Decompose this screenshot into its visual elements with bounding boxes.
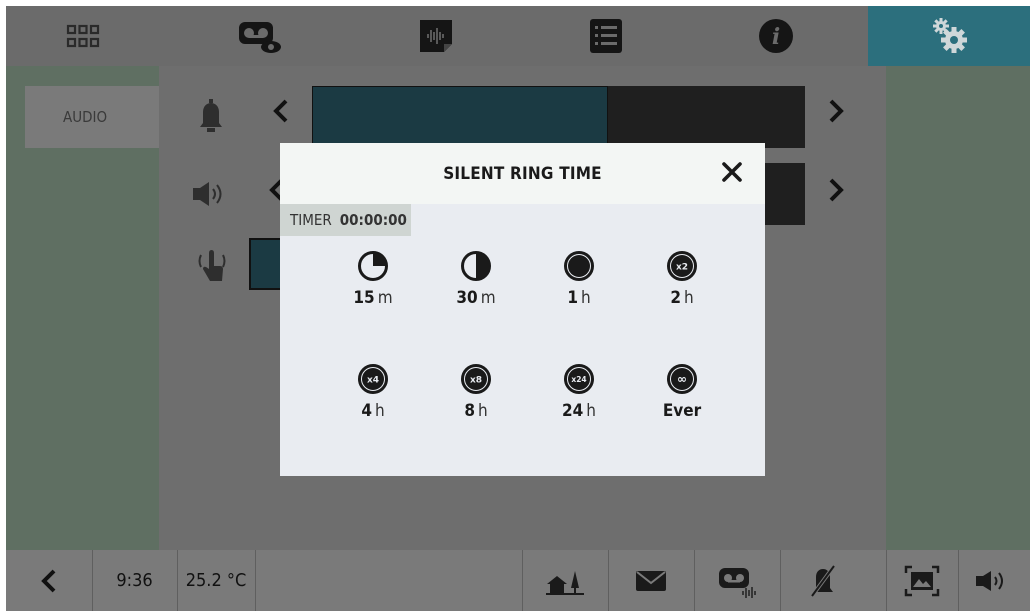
settings-gears-icon — [933, 18, 967, 53]
close-icon — [722, 162, 742, 182]
option-8h[interactable]: x8 8h — [436, 363, 516, 421]
info-icon: i — [759, 19, 793, 53]
option-unit: h — [477, 401, 488, 421]
badge-text: x8 — [470, 376, 482, 386]
timer-label: TIMER — [290, 211, 332, 229]
svg-text:i: i — [772, 24, 780, 50]
apps-button[interactable] — [6, 6, 159, 66]
mute-bell-button[interactable] — [780, 550, 866, 611]
top-navigation-bar: i — [6, 6, 1030, 66]
audio-note-icon — [420, 20, 452, 52]
time-text: 9:36 — [116, 570, 153, 591]
option-value: 1 — [567, 288, 578, 308]
list-icon — [590, 19, 622, 53]
option-15m[interactable]: 15 m — [333, 250, 413, 308]
option-1h[interactable]: 1h — [539, 250, 619, 308]
option-unit: h — [580, 288, 591, 308]
home-icon — [546, 570, 584, 595]
separator — [255, 550, 256, 611]
dialog-header: SILENT RING TIME — [280, 143, 765, 204]
chevron-right-icon — [829, 99, 844, 123]
half-clock-icon — [461, 251, 491, 281]
speaker-icon — [193, 182, 222, 206]
x4-icon: x4 — [358, 364, 388, 394]
silent-ring-time-dialog: SILENT RING TIME TIMER 00:00:00 15 m 30 m … — [280, 143, 765, 476]
x8-icon: x8 — [461, 364, 491, 394]
right-panel — [886, 66, 1030, 550]
option-4h[interactable]: x4 4h — [333, 363, 413, 421]
x24-icon: x24 — [564, 364, 594, 394]
quarter-clock-icon — [358, 251, 388, 281]
audio-messages-button[interactable] — [386, 6, 486, 66]
grid-icon — [66, 24, 99, 48]
chevron-right-icon — [829, 178, 844, 202]
info-button[interactable]: i — [726, 6, 826, 66]
home-button[interactable] — [522, 550, 608, 611]
timer-display: TIMER 00:00:00 — [280, 204, 411, 236]
volume-button[interactable] — [958, 550, 1030, 611]
close-button[interactable] — [719, 159, 745, 185]
chevron-left-icon — [273, 99, 288, 123]
option-unit: h — [586, 401, 596, 421]
option-2h[interactable]: x2 2h — [642, 250, 722, 308]
option-unit: h — [683, 288, 694, 308]
tab-audio[interactable]: AUDIO — [25, 86, 159, 148]
option-value: 30 — [456, 288, 478, 308]
back-icon — [41, 569, 56, 592]
volume-icon — [976, 570, 1003, 591]
badge-text: x4 — [367, 376, 379, 386]
back-button[interactable] — [6, 550, 92, 611]
speaker-row-icon — [191, 176, 231, 212]
option-value: 8 — [464, 401, 475, 421]
touch-row-icon — [194, 246, 230, 286]
voicemail-audio-icon — [719, 567, 756, 598]
image-button[interactable] — [886, 550, 958, 611]
option-24h[interactable]: x24 24 h — [539, 363, 619, 421]
tab-audio-label: AUDIO — [63, 108, 108, 126]
option-value: 4 — [361, 401, 372, 421]
image-icon — [904, 565, 940, 596]
volume-decrease-button[interactable] — [273, 99, 289, 130]
option-unit: m — [377, 288, 393, 308]
x2-icon: x2 — [667, 251, 697, 281]
option-ever[interactable]: ∞ Ever — [642, 363, 722, 421]
timer-value: 00:00:00 — [339, 211, 407, 229]
mail-icon — [636, 570, 666, 591]
full-clock-icon — [564, 251, 594, 281]
option-unit: h — [374, 401, 385, 421]
mail-button[interactable] — [608, 550, 694, 611]
bell-row-icon — [196, 98, 226, 134]
speaker-increase-button[interactable] — [828, 178, 844, 209]
video-messages-button[interactable] — [196, 6, 326, 66]
dialog-title: SILENT RING TIME — [443, 163, 602, 184]
option-value: 24 — [562, 401, 584, 421]
ringtone-volume-fill — [312, 86, 608, 148]
volume-increase-button[interactable] — [828, 99, 844, 130]
ringtone-volume-bar[interactable] — [312, 86, 805, 148]
settings-button[interactable] — [868, 6, 1030, 66]
temperature-text: 25.2 °C — [185, 570, 247, 591]
voicemail-button[interactable] — [694, 550, 780, 611]
option-unit: m — [480, 288, 496, 308]
clock: 9:36 — [92, 550, 177, 611]
option-value: 2 — [670, 288, 681, 308]
bell-icon — [200, 99, 222, 132]
badge-text: x24 — [571, 375, 586, 384]
option-value: Ever — [662, 401, 702, 421]
badge-text: ∞ — [677, 372, 687, 386]
temperature: 25.2 °C — [177, 550, 255, 611]
infinity-icon: ∞ — [667, 364, 697, 394]
list-button[interactable] — [556, 6, 656, 66]
voicemail-eye-icon — [239, 22, 281, 53]
touch-icon — [198, 250, 226, 281]
bottom-status-bar: 9:36 25.2 °C — [6, 550, 1030, 611]
option-value: 15 — [353, 288, 375, 308]
bell-muted-icon — [810, 564, 836, 597]
option-30m[interactable]: 30 m — [436, 250, 516, 308]
badge-text: x2 — [676, 263, 688, 273]
